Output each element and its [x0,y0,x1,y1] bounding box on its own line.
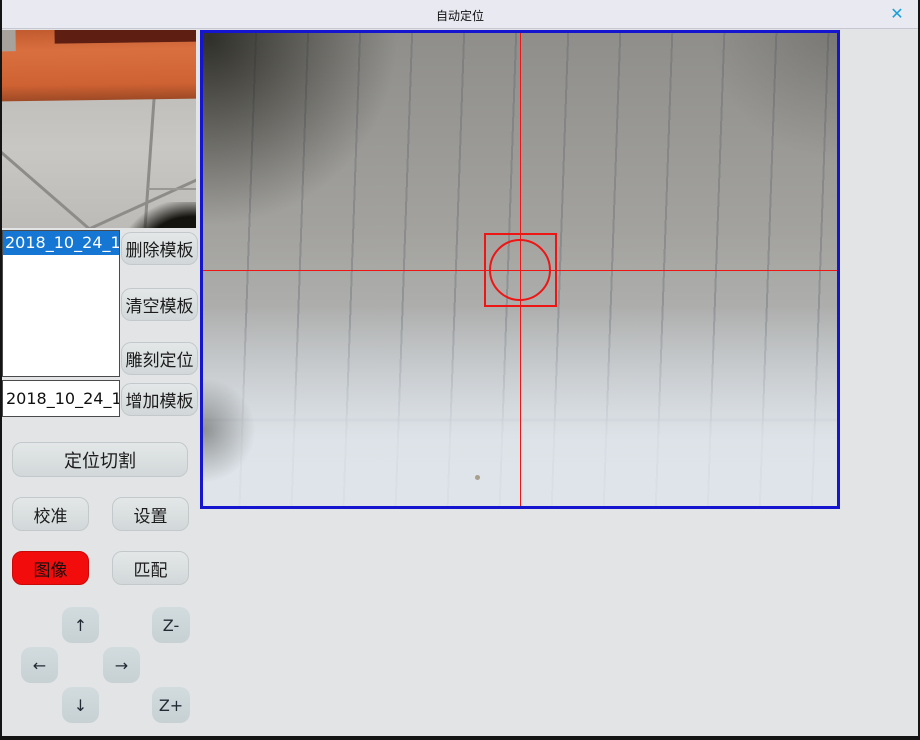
match-button[interactable]: 匹配 [112,551,189,585]
close-icon[interactable]: ✕ [886,3,908,25]
arrow-right-icon: → [115,656,128,675]
window-title: 自动定位 [2,7,918,24]
settings-button[interactable]: 设置 [112,497,189,531]
target-circle [489,239,551,301]
image-button[interactable]: 图像 [12,551,89,585]
jog-right-button[interactable]: → [103,647,140,683]
z-minus-button[interactable]: Z- [152,607,190,643]
wood-board-image [2,30,196,101]
template-name-input[interactable] [2,380,120,417]
camera-thumbnail [2,30,196,228]
clear-templates-button[interactable]: 清空模板 [121,288,198,321]
camera-view [200,30,840,509]
jog-up-button[interactable]: ↑ [62,607,99,643]
z-plus-button[interactable]: Z+ [152,687,190,723]
calibrate-button[interactable]: 校准 [12,497,89,531]
wood-gray-patch [2,30,16,51]
tile-grout-line [148,188,196,190]
position-cut-button[interactable]: 定位切割 [12,442,188,477]
template-list-item[interactable]: 2018_10_24_11 [3,231,119,255]
jog-down-button[interactable]: ↓ [62,687,99,723]
arrow-up-icon: ↑ [74,616,87,635]
wood-dark-band [55,30,196,44]
auto-position-window: 自动定位 ✕ 2018_10_24_11 删除模板 清空模板 雕刻定位 增加模板… [0,0,920,740]
template-list[interactable]: 2018_10_24_11 [2,230,120,377]
add-template-button[interactable]: 增加模板 [121,383,198,416]
engrave-position-button[interactable]: 雕刻定位 [121,342,198,375]
arrow-down-icon: ↓ [74,696,87,715]
jog-left-button[interactable]: ← [21,647,58,683]
titlebar: 自动定位 ✕ [2,0,918,29]
arrow-left-icon: ← [33,656,46,675]
delete-template-button[interactable]: 删除模板 [121,232,198,265]
tile-grout-line [2,148,93,228]
debris-dot [475,475,480,480]
dark-object-shadow [124,202,196,228]
